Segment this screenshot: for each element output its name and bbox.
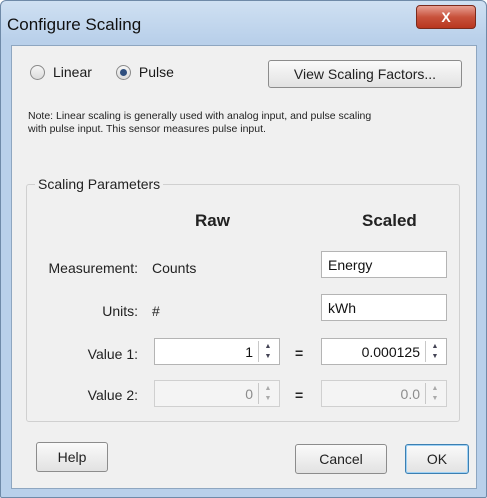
measurement-label: Measurement: [48,260,138,276]
dialog-body: Linear Pulse View Scaling Factors... Not… [11,45,477,489]
value1-raw-value[interactable]: 1 [245,344,253,360]
value2-raw-spin-buttons: ▲ ▼ [258,383,277,404]
scaling-mode-group: Linear Pulse [30,64,198,80]
spin-up-icon[interactable]: ▲ [259,341,277,352]
equals-sign: = [295,387,304,403]
title-bar[interactable]: Configure Scaling X [1,1,486,41]
equals-sign: = [295,345,304,361]
radio-linear[interactable] [30,64,45,80]
value2-raw-value: 0 [245,386,253,402]
value1-scaled-value[interactable]: 0.000125 [362,344,420,360]
window-title: Configure Scaling [7,15,142,34]
spin-down-icon[interactable]: ▼ [426,352,444,363]
scaled-header: Scaled [362,211,417,230]
units-label: Units: [102,303,138,319]
units-scaled-input[interactable]: kWh [321,294,447,321]
ok-button[interactable]: OK [405,444,469,474]
scaling-parameters-group: Scaling Parameters Raw Scaled Measuremen… [26,176,460,422]
configure-scaling-dialog: Configure Scaling X Linear Pulse View Sc… [0,0,487,498]
measurement-scaled-input[interactable]: Energy [321,251,447,278]
radio-pulse[interactable] [115,64,131,80]
value1-label: Value 1: [87,346,138,362]
close-button[interactable]: X [416,5,476,29]
group-title: Scaling Parameters [35,176,164,192]
cancel-button[interactable]: Cancel [295,444,387,474]
value1-scaled-spinner[interactable]: 0.000125 ▲ ▼ [321,338,447,365]
close-icon: X [441,9,451,25]
value1-scaled-spin-buttons[interactable]: ▲ ▼ [425,341,444,362]
value2-scaled-value: 0.0 [400,386,420,402]
spin-down-icon: ▼ [431,395,439,403]
help-button[interactable]: Help [36,442,108,472]
value2-scaled-spinner: 0.0 ▲ ▼ [321,380,447,407]
value2-label: Value 2: [87,387,138,403]
radio-pulse-label[interactable]: Pulse [139,64,174,80]
radio-linear-label[interactable]: Linear [53,64,92,80]
value1-raw-spinner[interactable]: 1 ▲ ▼ [154,338,280,365]
value2-raw-spinner: 0 ▲ ▼ [154,380,280,407]
spin-down-icon: ▼ [264,395,272,403]
units-raw: # [152,303,160,319]
spin-up-icon: ▲ [431,384,439,392]
spin-up-icon[interactable]: ▲ [426,341,444,352]
value2-scaled-spin-buttons: ▲ ▼ [425,383,444,404]
value1-raw-spin-buttons[interactable]: ▲ ▼ [258,341,277,362]
view-scaling-factors-button[interactable]: View Scaling Factors... [268,60,462,88]
spin-down-icon[interactable]: ▼ [259,352,277,363]
measurement-raw: Counts [152,260,197,276]
raw-header: Raw [195,211,230,230]
note-text: Note: Linear scaling is generally used w… [28,110,372,135]
spin-up-icon: ▲ [264,384,272,392]
